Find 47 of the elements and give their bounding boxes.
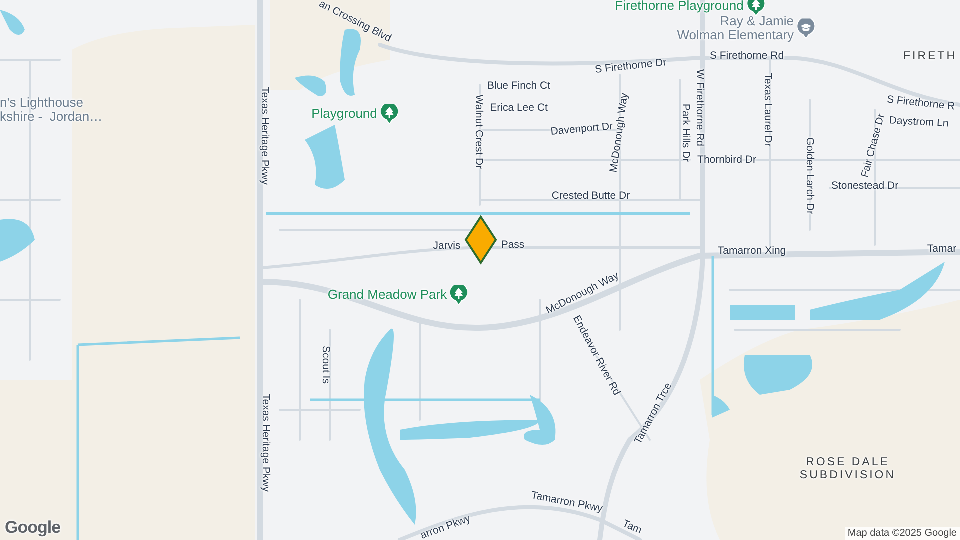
lake [744,355,812,395]
lake [0,10,25,35]
street-label: Tam [620,518,644,538]
street-label: S Firethorne R [886,94,956,114]
street-label: Park Hills Dr [679,104,691,162]
park-label[interactable]: Firethorne Playground [615,0,744,14]
street-label: Blue Finch Ct [487,81,551,93]
street-label: Daystrom Ln [888,116,950,130]
tree-icon[interactable] [380,104,398,124]
area-label[interactable]: FIRETH [903,50,957,64]
attribution-text[interactable]: Map data ©2025 Google [844,527,960,540]
street-label: Texas Heritage Pkwy [259,394,271,492]
lake [730,305,795,320]
diamond-marker-icon[interactable] [464,215,498,265]
tree-icon[interactable] [746,0,765,16]
tree-icon[interactable] [450,285,468,305]
park-label[interactable]: Grand Meadow Park [328,288,448,302]
school-label[interactable]: Ray & Jamie Wolman Elementary [677,14,794,44]
park-label[interactable]: Playground [312,106,378,122]
lake [712,395,730,418]
street-label: Tamarron Xing [718,246,786,258]
street-label: Walnut Crest Dr [472,94,484,170]
lake [305,125,345,189]
lake [0,219,35,262]
street-label: Golden Larch Dr [803,137,815,215]
street-label: Erica Lee Ct [490,103,548,115]
street-label: Tamarron Pkwy [530,490,604,516]
street-label: W Firethorne Rd [693,69,705,147]
street-label: Fair Chase Dr [860,112,888,180]
street-label: S Firethorne Rd [710,51,784,63]
street-label: Jarvis [433,241,461,253]
place-label[interactable]: n's Lighthouse [0,96,84,110]
street-label: Thornbird Dr [698,155,756,167]
place-label[interactable]: kshire - Jordan… [0,110,103,124]
area-label[interactable]: ROSE DALE SUBDIVISION [800,456,896,482]
street-label: Crested Butte Dr [552,191,630,203]
graduation-cap-icon[interactable] [797,19,815,39]
street-label: Tamar [927,244,957,256]
street-label: Stonestead Dr [831,181,899,193]
street-label: Texas Laurel Dr [761,73,773,147]
street-label: Pass [501,240,525,252]
lake [295,76,326,96]
street-label: Texas Heritage Pkwy [258,86,270,186]
map-logo: Google [5,518,61,538]
street-label: arron Pkwy [419,514,473,540]
street-label: S Firethorne Dr [594,58,668,76]
street-label: Scout Is [319,346,331,384]
